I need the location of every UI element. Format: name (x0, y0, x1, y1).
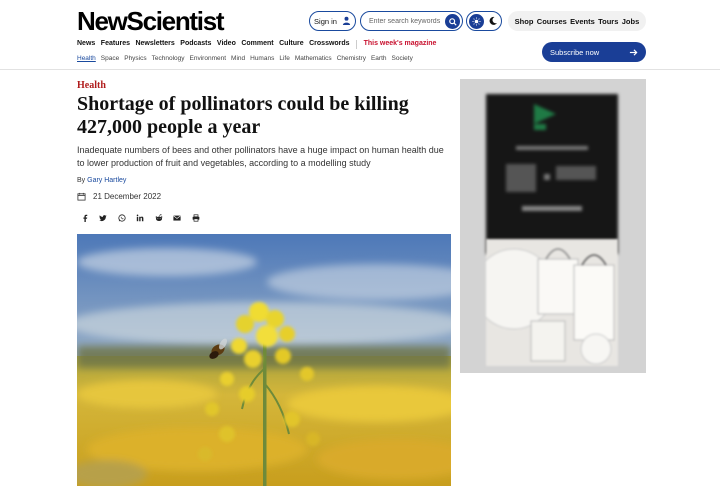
subnav-life[interactable]: Life (279, 55, 289, 62)
search-button[interactable] (445, 14, 460, 29)
subnav-humans[interactable]: Humans (250, 55, 274, 62)
subnav-mathematics[interactable]: Mathematics (295, 55, 332, 62)
author-link[interactable]: Gary Hartley (87, 177, 126, 184)
sun-icon[interactable] (469, 13, 484, 29)
print-icon[interactable] (191, 213, 200, 222)
date-text: 21 December 2022 (93, 192, 162, 201)
byline-prefix: By (77, 177, 86, 184)
arrow-right-icon (629, 48, 638, 56)
linkedin-icon[interactable] (136, 213, 145, 222)
jobs-link[interactable]: Jobs (622, 17, 640, 26)
main-nav: News Features Newsletters Podcasts Video… (77, 40, 436, 49)
article-headline: Shortage of pollinators could be killing… (77, 93, 409, 138)
subscribe-button[interactable]: Subscribe now (542, 42, 646, 62)
sign-in-label: Sign in (314, 16, 337, 26)
nav-podcasts[interactable]: Podcasts (180, 40, 211, 49)
site-logo[interactable]: NewScientist (77, 6, 225, 37)
article-category[interactable]: Health (77, 80, 106, 91)
moon-icon[interactable] (487, 15, 499, 27)
sign-in-button[interactable]: Sign in (309, 11, 356, 31)
whatsapp-icon[interactable] (117, 213, 126, 222)
subnav-society[interactable]: Society (392, 55, 413, 62)
calendar-icon (77, 192, 86, 201)
header-divider (0, 69, 720, 70)
hero-image (77, 234, 451, 486)
bee-on-flower-photo (77, 234, 451, 486)
top-links: Shop Courses Events Tours Jobs (508, 11, 646, 31)
reddit-icon[interactable] (154, 213, 163, 222)
events-link[interactable]: Events (570, 17, 595, 26)
search-icon (448, 17, 457, 26)
subnav-chemistry[interactable]: Chemistry (337, 55, 366, 62)
facebook-icon[interactable] (80, 213, 89, 222)
article-standfirst: Inadequate numbers of bees and other pol… (77, 145, 444, 168)
ad-dark-panel (486, 94, 618, 254)
theme-toggle[interactable] (466, 11, 502, 31)
subnav-space[interactable]: Space (101, 55, 119, 62)
byline: By Gary Hartley (77, 177, 126, 184)
sub-nav: Health Space Physics Technology Environm… (77, 55, 413, 62)
shop-link[interactable]: Shop (515, 17, 534, 26)
advertisement[interactable] (460, 79, 646, 373)
tours-link[interactable]: Tours (598, 17, 618, 26)
search-box (360, 11, 463, 31)
nav-news[interactable]: News (77, 40, 95, 49)
nav-features[interactable]: Features (101, 40, 130, 49)
share-bar (80, 213, 200, 222)
twitter-icon[interactable] (99, 213, 108, 222)
user-icon (342, 16, 351, 27)
subscribe-label: Subscribe now (550, 47, 600, 57)
publish-date: 21 December 2022 (77, 192, 161, 201)
nav-crosswords[interactable]: Crosswords (309, 40, 349, 49)
nav-newsletters[interactable]: Newsletters (135, 40, 174, 49)
nav-comment[interactable]: Comment (241, 40, 273, 49)
subnav-physics[interactable]: Physics (124, 55, 146, 62)
subnav-earth[interactable]: Earth (371, 55, 387, 62)
courses-link[interactable]: Courses (537, 17, 567, 26)
subnav-environment[interactable]: Environment (190, 55, 227, 62)
subnav-technology[interactable]: Technology (152, 55, 185, 62)
search-input[interactable] (369, 17, 443, 25)
nav-magazine[interactable]: This week's magazine (364, 40, 437, 49)
nav-culture[interactable]: Culture (279, 40, 304, 49)
nav-divider (356, 40, 358, 49)
subnav-mind[interactable]: Mind (231, 55, 245, 62)
email-icon[interactable] (173, 213, 182, 222)
nav-video[interactable]: Video (217, 40, 236, 49)
subnav-health[interactable]: Health (77, 55, 96, 62)
ad-shopping-bags (486, 239, 618, 366)
